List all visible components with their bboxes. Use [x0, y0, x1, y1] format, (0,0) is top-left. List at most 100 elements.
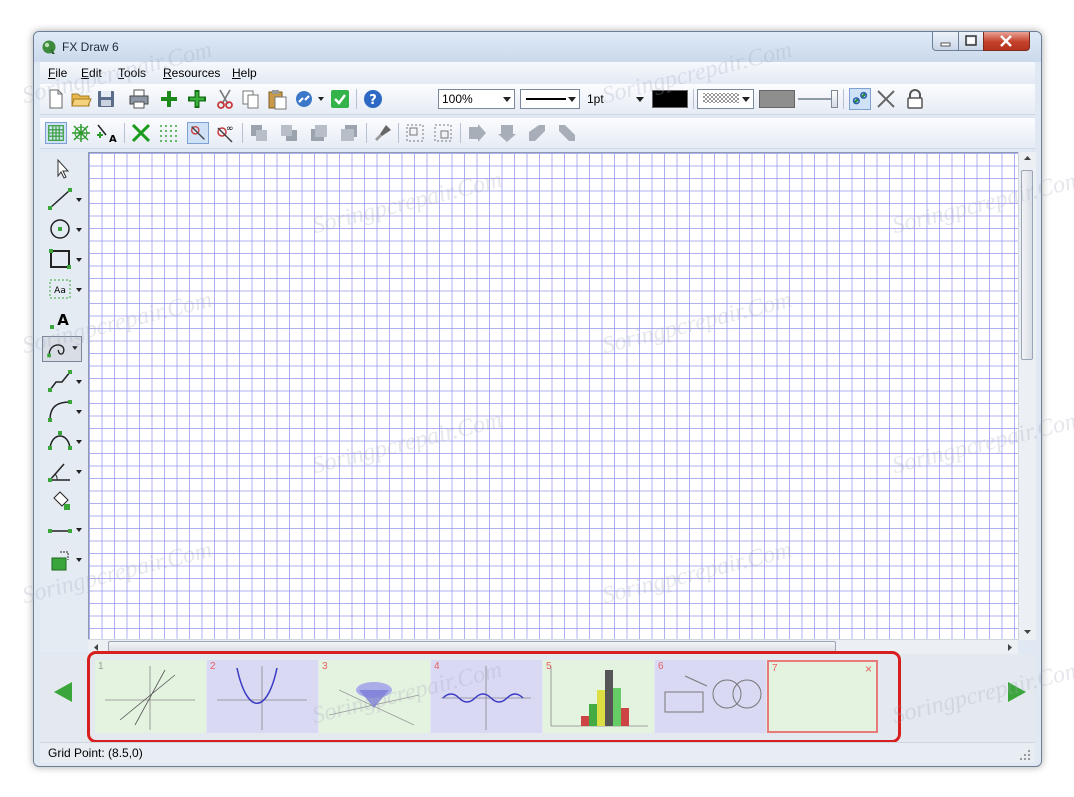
status-text: Grid Point: (8.5,0) — [48, 746, 143, 760]
maximize-button[interactable] — [958, 32, 984, 51]
dimension-tool-icon[interactable] — [46, 518, 74, 544]
svg-text:A: A — [57, 311, 69, 329]
circle-tool-icon[interactable] — [46, 216, 74, 242]
paste-icon[interactable] — [266, 88, 288, 110]
close-button[interactable] — [983, 32, 1030, 51]
unlink-icon[interactable] — [875, 88, 897, 110]
chevron-down-icon — [636, 97, 644, 102]
toolbar-separator — [356, 89, 357, 109]
text-tool-icon[interactable]: A — [46, 306, 74, 332]
scroll-right-icon[interactable] — [1004, 641, 1016, 654]
chevron-down-icon[interactable] — [76, 528, 82, 532]
flip-down-icon[interactable] — [496, 122, 518, 144]
curve-tool-icon[interactable] — [42, 336, 82, 362]
line-color-swatch[interactable] — [652, 90, 688, 108]
help-icon[interactable]: ? — [362, 88, 384, 110]
polyline-tool-icon[interactable] — [46, 368, 74, 394]
resize-grip-icon[interactable] — [1019, 749, 1031, 761]
line-width-select[interactable]: 1pt — [583, 89, 648, 109]
line-width-value: 1pt — [587, 92, 604, 106]
delete-x-icon[interactable] — [130, 122, 152, 144]
chevron-down-icon[interactable] — [76, 228, 82, 232]
main-toolbar: ? 100% 1pt — [40, 84, 1035, 115]
line-style-select[interactable] — [520, 89, 580, 109]
line-style-sample — [526, 98, 566, 100]
chevron-down-icon[interactable] — [76, 288, 82, 292]
chevron-down-icon[interactable] — [76, 258, 82, 262]
link-globe-icon[interactable] — [293, 88, 315, 110]
opacity-slider-handle[interactable] — [831, 90, 838, 108]
angle-tool-icon[interactable] — [46, 458, 74, 484]
rotate-icon[interactable] — [526, 122, 548, 144]
chevron-down-icon[interactable] — [76, 440, 82, 444]
menu-resources[interactable]: Resources — [163, 66, 220, 80]
polar-grid-icon[interactable] — [70, 122, 92, 144]
toolbar-separator — [843, 89, 844, 109]
add-plus-icon[interactable] — [158, 88, 180, 110]
drawing-canvas[interactable] — [88, 152, 1019, 641]
menu-tools[interactable]: Tools — [118, 66, 146, 80]
link-dropdown-arrow[interactable] — [318, 97, 324, 101]
chevron-down-icon[interactable] — [76, 410, 82, 414]
shape-insert-icon[interactable] — [46, 548, 74, 574]
fill-color-swatch[interactable] — [759, 90, 795, 108]
cut-scissors-icon[interactable] — [214, 88, 236, 110]
check-icon[interactable] — [329, 88, 351, 110]
format-brush-icon[interactable] — [372, 122, 394, 144]
dot-grid-icon[interactable] — [157, 122, 179, 144]
bezier-tool-icon[interactable] — [46, 428, 74, 454]
scroll-up-icon[interactable] — [1019, 152, 1036, 164]
open-folder-icon[interactable] — [70, 88, 92, 110]
lock-icon[interactable] — [904, 88, 926, 110]
rectangle-tool-icon[interactable] — [46, 246, 74, 272]
chevron-down-icon[interactable] — [76, 558, 82, 562]
fx-draw-app-icon — [42, 40, 56, 54]
print-icon[interactable] — [128, 88, 150, 110]
select-arrow-icon[interactable] — [46, 156, 74, 182]
chevron-down-icon[interactable] — [76, 198, 82, 202]
add-bold-plus-icon[interactable] — [186, 88, 208, 110]
fill-pattern-sample — [703, 93, 739, 103]
fill-pattern-select[interactable] — [697, 89, 754, 109]
menu-file[interactable]: File — [48, 66, 67, 80]
zoom-value: 100% — [442, 92, 473, 106]
copy-icon[interactable] — [240, 88, 262, 110]
previous-page-arrow-icon[interactable] — [54, 682, 72, 702]
svg-text:A: A — [109, 134, 117, 144]
bring-front-icon[interactable] — [248, 122, 270, 144]
rotate-back-icon[interactable] — [556, 122, 578, 144]
next-page-arrow-icon[interactable] — [1008, 682, 1026, 702]
toolbar-separator — [398, 123, 399, 143]
line-tool-icon[interactable] — [46, 186, 74, 212]
window-title: FX Draw 6 — [62, 40, 119, 54]
send-back-icon[interactable] — [278, 122, 300, 144]
chevron-down-icon[interactable] — [76, 380, 82, 384]
close-icon — [1000, 35, 1012, 47]
minimize-button[interactable] — [932, 32, 959, 51]
vertical-scrollbar[interactable] — [1018, 152, 1036, 640]
vertical-scroll-thumb[interactable] — [1021, 170, 1033, 360]
bring-forward-icon[interactable] — [308, 122, 330, 144]
opacity-slider-track[interactable] — [798, 98, 834, 100]
toolbar-separator — [460, 123, 461, 143]
ungroup-icon[interactable] — [432, 122, 454, 144]
flip-right-icon[interactable] — [466, 122, 488, 144]
save-icon[interactable] — [95, 88, 117, 110]
send-backward-icon[interactable] — [338, 122, 360, 144]
menu-edit[interactable]: Edit — [81, 66, 102, 80]
arc-tool-icon[interactable] — [46, 398, 74, 424]
snap-point-icon[interactable] — [187, 122, 209, 144]
menu-help[interactable]: Help — [232, 66, 257, 80]
grid-toggle-icon[interactable] — [45, 122, 67, 144]
chevron-down-icon[interactable] — [76, 470, 82, 474]
snap-infinity-icon[interactable]: ∞ — [214, 122, 236, 144]
zoom-select[interactable]: 100% — [438, 89, 515, 109]
text-box-tool-icon[interactable]: Aa — [46, 276, 74, 302]
snap-link-icon[interactable] — [849, 88, 871, 110]
axis-label-icon[interactable]: A — [96, 122, 118, 144]
fill-bucket-icon[interactable] — [46, 488, 74, 514]
toolbar-separator — [693, 89, 694, 109]
new-file-icon[interactable] — [45, 88, 67, 110]
group-icon[interactable] — [404, 122, 426, 144]
scroll-down-icon[interactable] — [1019, 626, 1036, 638]
